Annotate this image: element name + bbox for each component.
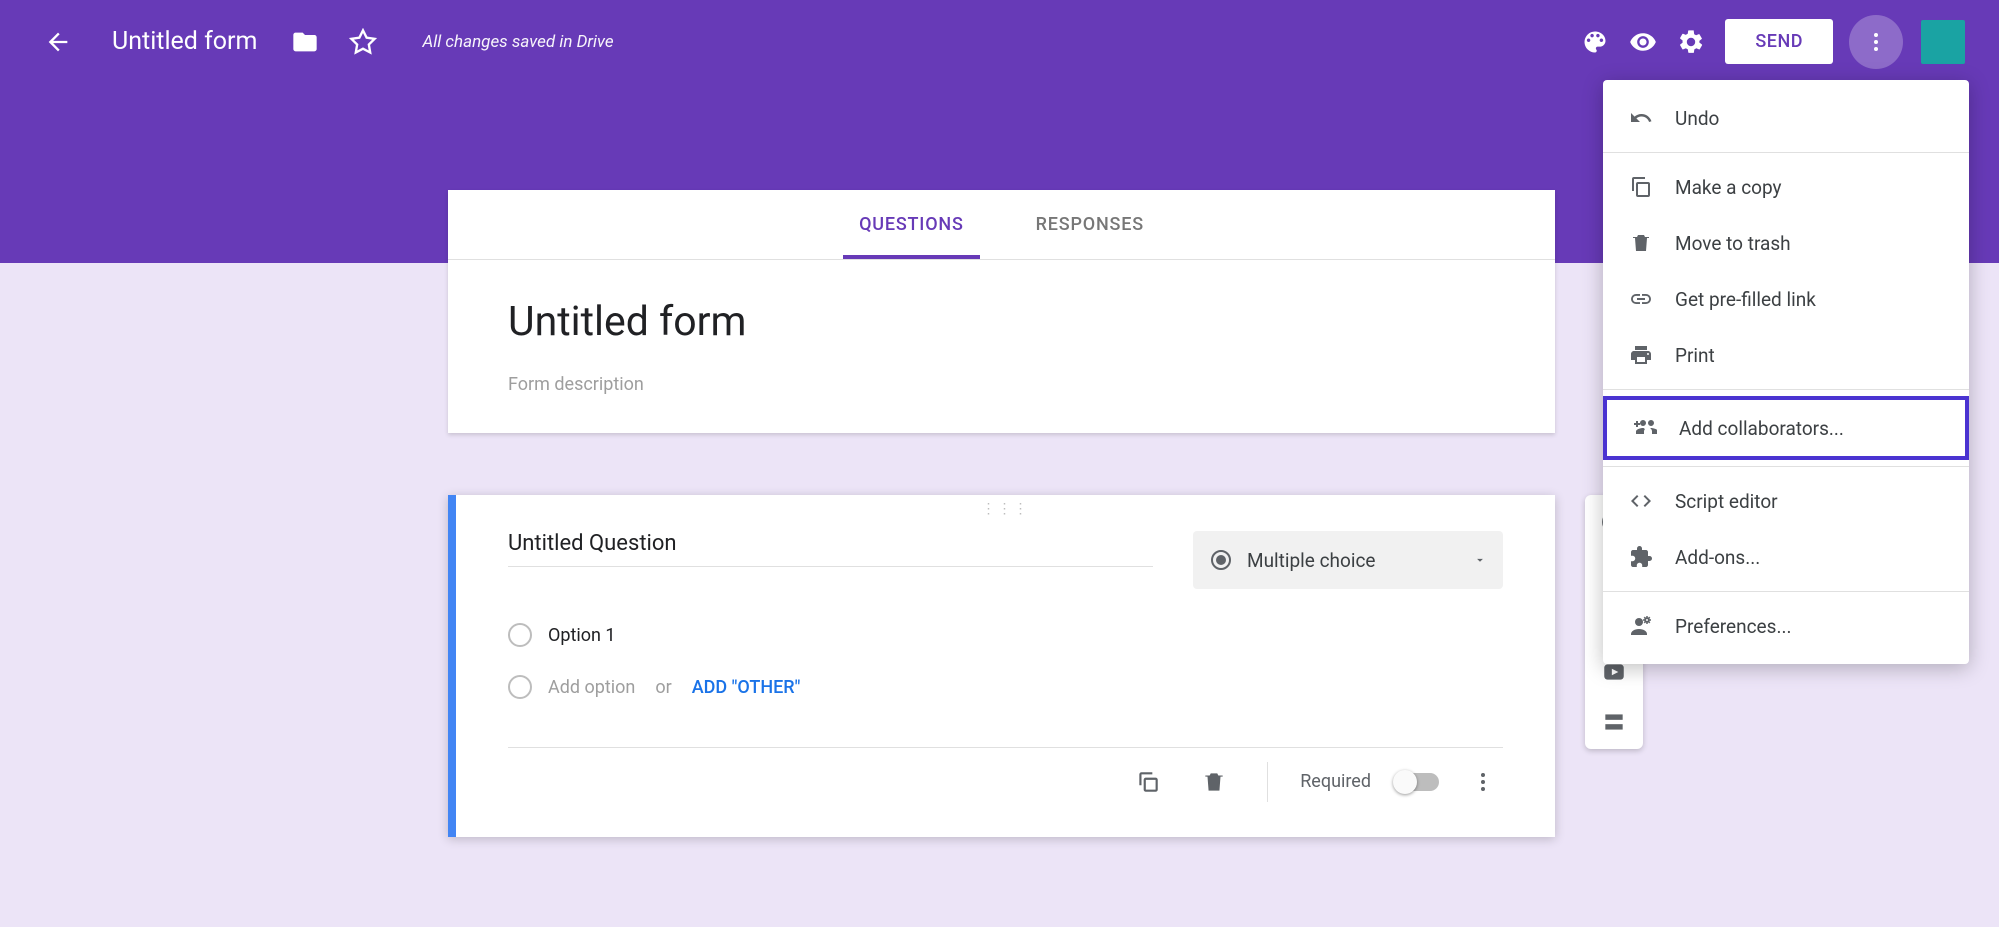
drag-handle-icon[interactable]: ⋮⋮⋮ [456, 495, 1555, 523]
tab-responses[interactable]: RESPONSES [1030, 190, 1150, 259]
trash-icon [1629, 231, 1653, 255]
question-title-input[interactable]: Untitled Question [508, 531, 1153, 567]
menu-label: Script editor [1675, 490, 1778, 513]
form-title-input[interactable]: Untitled form [508, 298, 1495, 346]
menu-item-print[interactable]: Print [1603, 327, 1969, 383]
menu-item-add-collaborators[interactable]: Add collaborators... [1603, 396, 1969, 460]
form-tabs: QUESTIONS RESPONSES [448, 190, 1555, 260]
addons-icon [1629, 545, 1653, 569]
add-option-text[interactable]: Add option [548, 677, 635, 698]
preferences-icon [1629, 614, 1653, 638]
add-other-button[interactable]: ADD "OTHER" [692, 677, 801, 698]
radio-icon [508, 623, 532, 647]
menu-label: Undo [1675, 107, 1719, 130]
add-collaborators-icon [1633, 416, 1657, 440]
chevron-down-icon [1473, 553, 1487, 567]
menu-item-preferences[interactable]: Preferences... [1603, 598, 1969, 654]
question-type-dropdown[interactable]: Multiple choice [1193, 531, 1503, 589]
add-section-icon[interactable] [1601, 709, 1627, 735]
menu-label: Preferences... [1675, 615, 1791, 638]
save-status-text: All changes saved in Drive [422, 32, 613, 52]
add-option-row: Add option or ADD "OTHER" [508, 661, 1503, 713]
menu-label: Make a copy [1675, 176, 1782, 199]
menu-item-undo[interactable]: Undo [1603, 90, 1969, 146]
app-header: Untitled form All changes saved in Drive… [0, 0, 1999, 83]
folder-icon[interactable] [281, 18, 329, 66]
link-icon [1629, 287, 1653, 311]
vertical-divider [1267, 762, 1268, 802]
palette-icon[interactable] [1571, 18, 1619, 66]
star-icon[interactable] [339, 18, 387, 66]
required-toggle[interactable] [1395, 773, 1439, 791]
user-avatar[interactable] [1921, 20, 1965, 64]
delete-icon[interactable] [1193, 761, 1235, 803]
menu-label: Add collaborators... [1679, 417, 1844, 440]
duplicate-icon[interactable] [1127, 761, 1169, 803]
menu-label: Get pre-filled link [1675, 288, 1816, 311]
tab-questions[interactable]: QUESTIONS [853, 190, 970, 259]
settings-gear-icon[interactable] [1667, 18, 1715, 66]
or-text: or [655, 677, 671, 698]
more-menu-button[interactable] [1849, 15, 1903, 69]
menu-item-make-copy[interactable]: Make a copy [1603, 159, 1969, 215]
menu-item-script-editor[interactable]: Script editor [1603, 473, 1969, 529]
menu-item-move-trash[interactable]: Move to trash [1603, 215, 1969, 271]
form-title-header[interactable]: Untitled form [112, 27, 257, 56]
code-icon [1629, 489, 1653, 513]
preview-eye-icon[interactable] [1619, 18, 1667, 66]
menu-label: Move to trash [1675, 232, 1791, 255]
print-icon [1629, 343, 1653, 367]
radio-icon [508, 675, 532, 699]
send-button[interactable]: SEND [1725, 19, 1833, 64]
form-description-input[interactable]: Form description [508, 374, 1495, 395]
radio-button-icon [1209, 548, 1233, 572]
question-type-label: Multiple choice [1247, 549, 1459, 572]
question-card: ⋮⋮⋮ Untitled Question Multiple choice Op… [448, 495, 1555, 837]
menu-label: Add-ons... [1675, 546, 1760, 569]
option-text[interactable]: Option 1 [548, 625, 616, 646]
undo-icon [1629, 106, 1653, 130]
required-label: Required [1300, 771, 1371, 792]
copy-icon [1629, 175, 1653, 199]
back-arrow-icon[interactable] [34, 18, 82, 66]
more-menu: Undo Make a copy Move to trash Get pre-f… [1603, 80, 1969, 664]
option-row: Option 1 [508, 609, 1503, 661]
form-card: QUESTIONS RESPONSES Untitled form Form d… [448, 190, 1555, 433]
menu-label: Print [1675, 344, 1715, 367]
menu-item-addons[interactable]: Add-ons... [1603, 529, 1969, 585]
question-more-icon[interactable] [1463, 762, 1503, 802]
menu-item-prefilled-link[interactable]: Get pre-filled link [1603, 271, 1969, 327]
